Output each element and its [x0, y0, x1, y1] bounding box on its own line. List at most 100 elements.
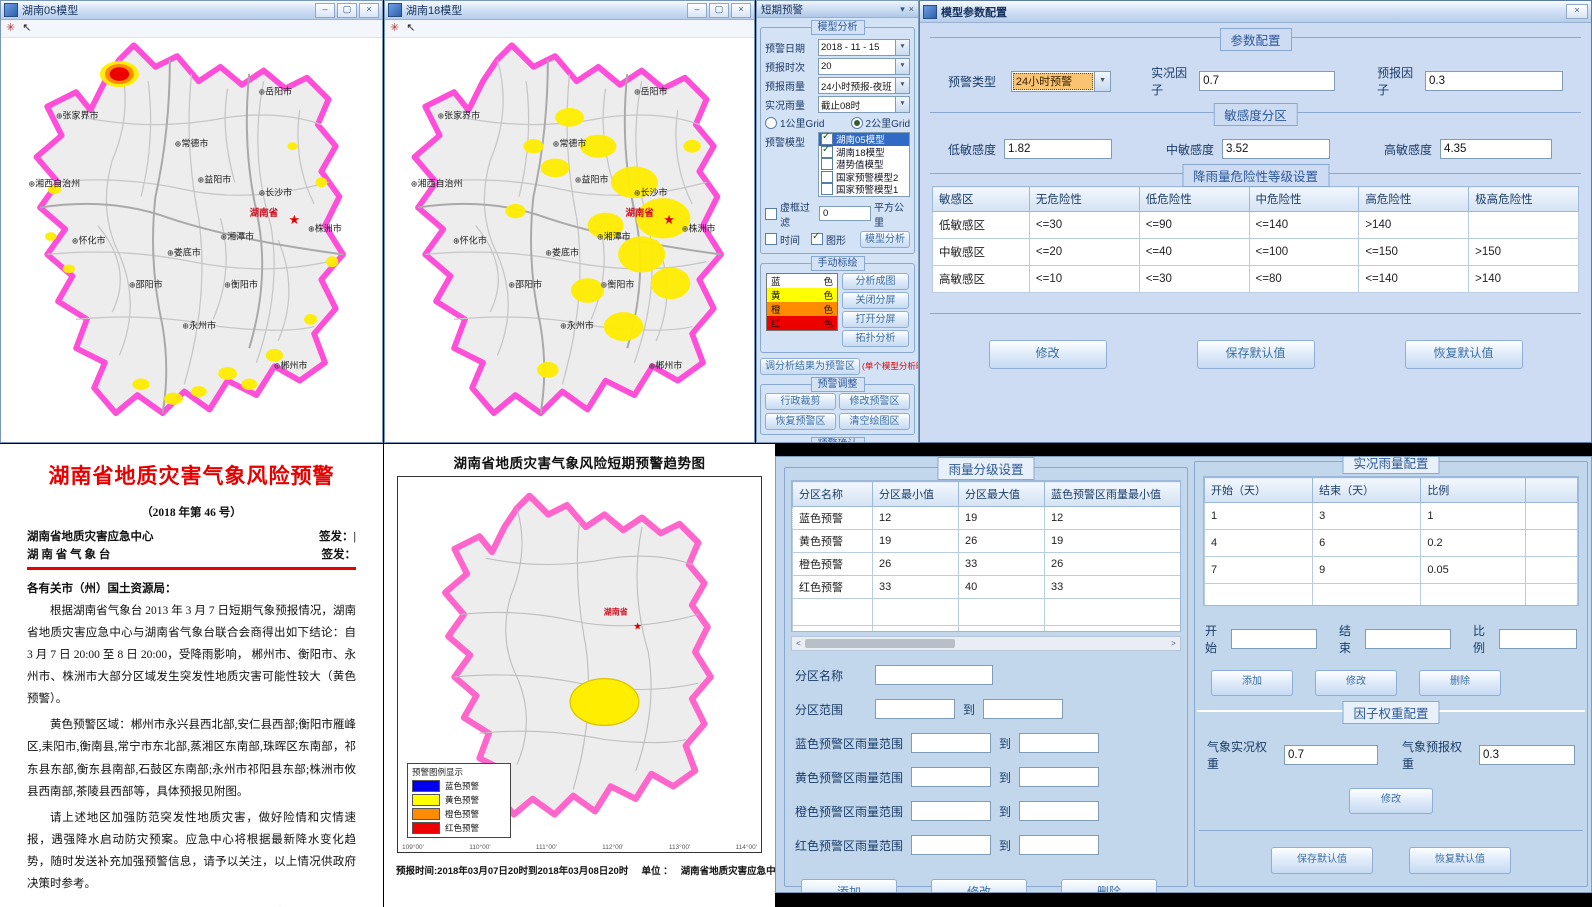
- high-sens-input[interactable]: [1440, 139, 1552, 159]
- analyze-draw-button[interactable]: 分析成图: [842, 273, 909, 290]
- pan-tool-icon[interactable]: ✳: [6, 23, 15, 34]
- modify-button[interactable]: 修改: [1315, 670, 1397, 696]
- end-input[interactable]: [1365, 629, 1451, 649]
- table-row[interactable]: 790.05: [1205, 557, 1578, 584]
- modify-button[interactable]: 修改: [989, 340, 1107, 369]
- close-icon[interactable]: ×: [731, 3, 751, 18]
- chevron-down-icon[interactable]: ▼: [895, 40, 909, 55]
- color-legend-list[interactable]: 蓝色 黄色 橙色 红色: [766, 273, 838, 331]
- table-row[interactable]: 红色预警33 4033 36: [793, 576, 1182, 599]
- forecast-weight-input[interactable]: [1479, 745, 1575, 765]
- actual-rain-select[interactable]: 截止08时▼: [818, 96, 910, 113]
- restore-defaults-button[interactable]: 恢复默认值: [1405, 340, 1523, 369]
- close-split-button[interactable]: 关闭分屏: [842, 292, 909, 309]
- actual-table[interactable]: 开始（天）结束（天） 比例 131 460.2 790.05: [1204, 477, 1578, 606]
- filter-area-input[interactable]: [819, 206, 871, 221]
- table-row[interactable]: 中敏感区<=20 <=40<=100 <=150>150: [933, 239, 1579, 266]
- close-icon[interactable]: ×: [359, 3, 379, 18]
- topology-button[interactable]: 拓扑分析: [842, 330, 909, 347]
- maximize-icon[interactable]: ▢: [709, 3, 729, 18]
- weight-modify-button[interactable]: 修改: [1349, 788, 1433, 814]
- blue-range-max-input[interactable]: [1019, 733, 1099, 753]
- chevron-down-icon[interactable]: ▼: [1094, 72, 1110, 91]
- minimize-icon[interactable]: –: [687, 3, 707, 18]
- red-range-max-input[interactable]: [1019, 835, 1099, 855]
- model-item[interactable]: 国家预警模型1: [819, 183, 909, 196]
- scroll-left-icon[interactable]: <: [792, 639, 805, 648]
- blue-range-min-input[interactable]: [911, 733, 991, 753]
- map2-canvas[interactable]: ⊕岳阳市 ⊕张家界市 ⊕常德市 ⊕湘西自治州 ⊕益阳市 ⊕长沙市 湖南省 ★ ⊕…: [385, 38, 754, 442]
- map2-titlebar[interactable]: 湖南18模型 – ▢ ×: [385, 1, 754, 20]
- risk-table[interactable]: 敏感区无危险性 低危险性中危险性 高危险性极高危险性 低敏感区<=30 <=90…: [932, 186, 1579, 293]
- map1-titlebar[interactable]: 湖南05模型 – ▢ ×: [1, 1, 382, 20]
- restore-warning-area-button[interactable]: 恢复预警区: [765, 413, 836, 430]
- chevron-down-icon[interactable]: ▼: [895, 78, 909, 93]
- dialog-titlebar[interactable]: 模型参数配置 ×: [920, 1, 1591, 23]
- add-button[interactable]: 添加: [1211, 670, 1293, 696]
- zone-range-min-input[interactable]: [875, 699, 955, 719]
- color-row-red[interactable]: 红色: [767, 316, 837, 330]
- open-split-button[interactable]: 打开分屏: [842, 311, 909, 328]
- warn-type-select[interactable]: 24小时预警 ▼: [1011, 71, 1111, 92]
- table-row[interactable]: 橙色预警26 3326 29: [793, 553, 1182, 576]
- forecast-factor-input[interactable]: [1425, 71, 1563, 91]
- close-icon[interactable]: ×: [909, 4, 914, 15]
- grid-2km-radio[interactable]: 2公里Grid: [851, 115, 910, 130]
- minimize-icon[interactable]: –: [315, 3, 335, 18]
- delete-button[interactable]: 删除: [1419, 670, 1501, 696]
- color-row-orange[interactable]: 橙色: [767, 302, 837, 316]
- save-defaults-button[interactable]: 保存默认值: [1197, 340, 1315, 369]
- map1-canvas[interactable]: ⊕岳阳市 ⊕张家界市 ⊕常德市 ⊕湘西自治州 ⊕益阳市 ⊕长沙市 湖南省 ★ ⊕…: [1, 38, 382, 442]
- grade-table[interactable]: 分区名称分区最小值 分区最大值蓝色预警区雨量最小值 蓝色预 蓝色预警12 191…: [792, 481, 1181, 632]
- forecast-time-select[interactable]: 20▼: [818, 58, 910, 75]
- clear-draw-area-button[interactable]: 清空绘图区: [839, 413, 910, 430]
- maximize-icon[interactable]: ▢: [337, 3, 357, 18]
- close-icon[interactable]: ×: [1566, 4, 1588, 19]
- model-listbox[interactable]: 湖南05模型 湖南18模型 潜势值模型 国家预警模型2 国家预警模型1: [818, 132, 910, 197]
- scroll-right-icon[interactable]: >: [1167, 639, 1180, 648]
- actual-factor-input[interactable]: [1199, 71, 1335, 91]
- actual-weight-input[interactable]: [1284, 745, 1378, 765]
- actual-table-wrap[interactable]: 开始（天）结束（天） 比例 131 460.2 790.05: [1203, 476, 1579, 606]
- time-checkbox[interactable]: [765, 233, 777, 245]
- red-range-min-input[interactable]: [911, 835, 991, 855]
- restore-defaults-button[interactable]: 恢复默认值: [1409, 847, 1511, 874]
- yellow-range-max-input[interactable]: [1019, 767, 1099, 787]
- ratio-input[interactable]: [1499, 629, 1577, 649]
- chevron-down-icon[interactable]: ▼: [895, 97, 909, 112]
- warning-date-select[interactable]: 2018 - 11 - 15▼: [818, 39, 910, 56]
- color-row-blue[interactable]: 蓝色: [767, 274, 837, 288]
- model-item[interactable]: 潜势值模型: [819, 158, 909, 171]
- table-row[interactable]: 黄色预警19 2619 22: [793, 530, 1182, 553]
- model-item[interactable]: 国家预警模型2: [819, 171, 909, 184]
- pan-tool-icon[interactable]: ✳: [390, 23, 399, 34]
- color-row-yellow[interactable]: 黄色: [767, 288, 837, 302]
- chevron-down-icon[interactable]: ▼: [895, 59, 909, 74]
- yellow-range-min-input[interactable]: [911, 767, 991, 787]
- forecast-rain-select[interactable]: 24小时预报-夜班▼: [818, 77, 910, 94]
- start-input[interactable]: [1231, 629, 1317, 649]
- table-row[interactable]: 高敏感区<=10 <=30<=80 <=140>140: [933, 266, 1579, 293]
- graph-checkbox[interactable]: [811, 233, 823, 245]
- save-defaults-button[interactable]: 保存默认值: [1271, 847, 1373, 874]
- modify-button[interactable]: 修改: [931, 879, 1027, 893]
- model-item[interactable]: 湖南18模型: [819, 146, 909, 159]
- zone-range-max-input[interactable]: [983, 699, 1063, 719]
- table-row[interactable]: 460.2: [1205, 530, 1578, 557]
- low-sens-input[interactable]: [1004, 139, 1112, 159]
- table-row[interactable]: 低敏感区<=30 <=90<=140 >140: [933, 212, 1579, 239]
- grade-table-wrap[interactable]: 分区名称分区最小值 分区最大值蓝色预警区雨量最小值 蓝色预 蓝色预警12 191…: [791, 480, 1181, 632]
- scroll-thumb[interactable]: [805, 639, 955, 648]
- table-row[interactable]: 蓝色预警12 1912 15: [793, 507, 1182, 530]
- pin-icon[interactable]: ▾: [900, 4, 905, 15]
- zone-name-input[interactable]: [875, 665, 993, 685]
- dock-header[interactable]: 短期预警 ▾ ×: [757, 1, 918, 18]
- modify-warning-area-button[interactable]: 修改预警区: [839, 393, 910, 410]
- model-analyze-button[interactable]: 模型分析: [860, 231, 910, 248]
- admin-clip-button[interactable]: 行政裁剪: [765, 393, 836, 410]
- transfer-result-button[interactable]: 调分析结果为预警区: [760, 358, 860, 375]
- grid-1km-radio[interactable]: 1公里Grid: [765, 115, 824, 130]
- table-row[interactable]: 131: [1205, 503, 1578, 530]
- select-cursor-icon[interactable]: ↖: [406, 23, 415, 34]
- filter-checkbox[interactable]: [765, 208, 777, 220]
